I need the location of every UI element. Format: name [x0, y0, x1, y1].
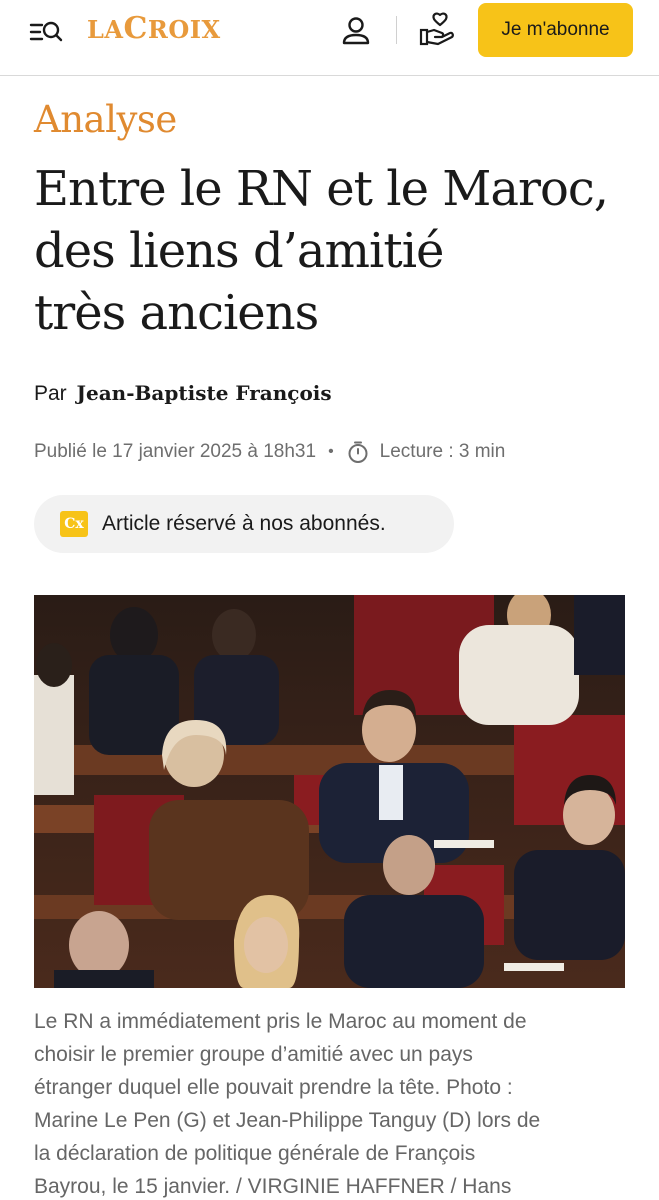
subscriber-only-notice[interactable]: Cx Article réservé à nos abonnés.	[34, 495, 454, 553]
article-meta: Publié le 17 janvier 2025 à 18h31 • Lect…	[34, 440, 505, 464]
site-header: LACROIX Je m'abonne	[0, 0, 659, 76]
article-title: Entre le RN et le Maroc, des liens d’ami…	[34, 158, 634, 344]
caption-line: choisir le premier groupe d’amitié avec …	[34, 1043, 473, 1066]
logo-part-roix: ROIX	[147, 15, 221, 44]
byline-prefix: Par	[34, 382, 67, 405]
logo-part-la: LA	[87, 15, 124, 44]
caption-line: la déclaration de politique générale de …	[34, 1142, 476, 1165]
article-photo[interactable]	[34, 595, 625, 988]
article-kicker[interactable]: Analyse	[34, 98, 177, 141]
premium-badge-icon: Cx	[60, 511, 88, 537]
title-line: Entre le RN et le Maroc,	[34, 161, 609, 217]
author-link[interactable]: Jean-Baptiste François	[77, 381, 332, 405]
title-line: très anciens	[34, 285, 319, 341]
caption-line: Bayrou, le 15 janvier. / VIRGINIE HAFFNE…	[34, 1175, 512, 1198]
caption-line: étranger duquel elle pouvait prendre la …	[34, 1076, 513, 1099]
subscriber-only-text: Article réservé à nos abonnés.	[102, 512, 386, 535]
publish-date: Publié le 17 janvier 2025 à 18h31	[34, 441, 317, 462]
logo-part-c: C	[123, 11, 148, 46]
site-logo[interactable]: LACROIX	[87, 14, 221, 44]
title-line: des liens d’amitié	[34, 223, 444, 279]
caption-line: Marine Le Pen (G) et Jean-Philippe Tangu…	[34, 1109, 541, 1132]
gift-heart-icon[interactable]	[418, 10, 458, 50]
header-divider	[396, 16, 397, 44]
reading-time: Lecture : 3 min	[379, 441, 506, 462]
meta-separator: •	[328, 443, 334, 460]
caption-line: Le RN a immédiatement pris le Maroc au m…	[34, 1010, 527, 1033]
timer-icon	[348, 441, 368, 463]
subscribe-button[interactable]: Je m'abonne	[478, 3, 633, 57]
menu-search-icon[interactable]	[28, 16, 68, 48]
byline: Par Jean-Baptiste François	[34, 381, 332, 406]
photo-caption: Le RN a immédiatement pris le Maroc au m…	[34, 1005, 629, 1200]
account-icon[interactable]	[340, 14, 372, 48]
